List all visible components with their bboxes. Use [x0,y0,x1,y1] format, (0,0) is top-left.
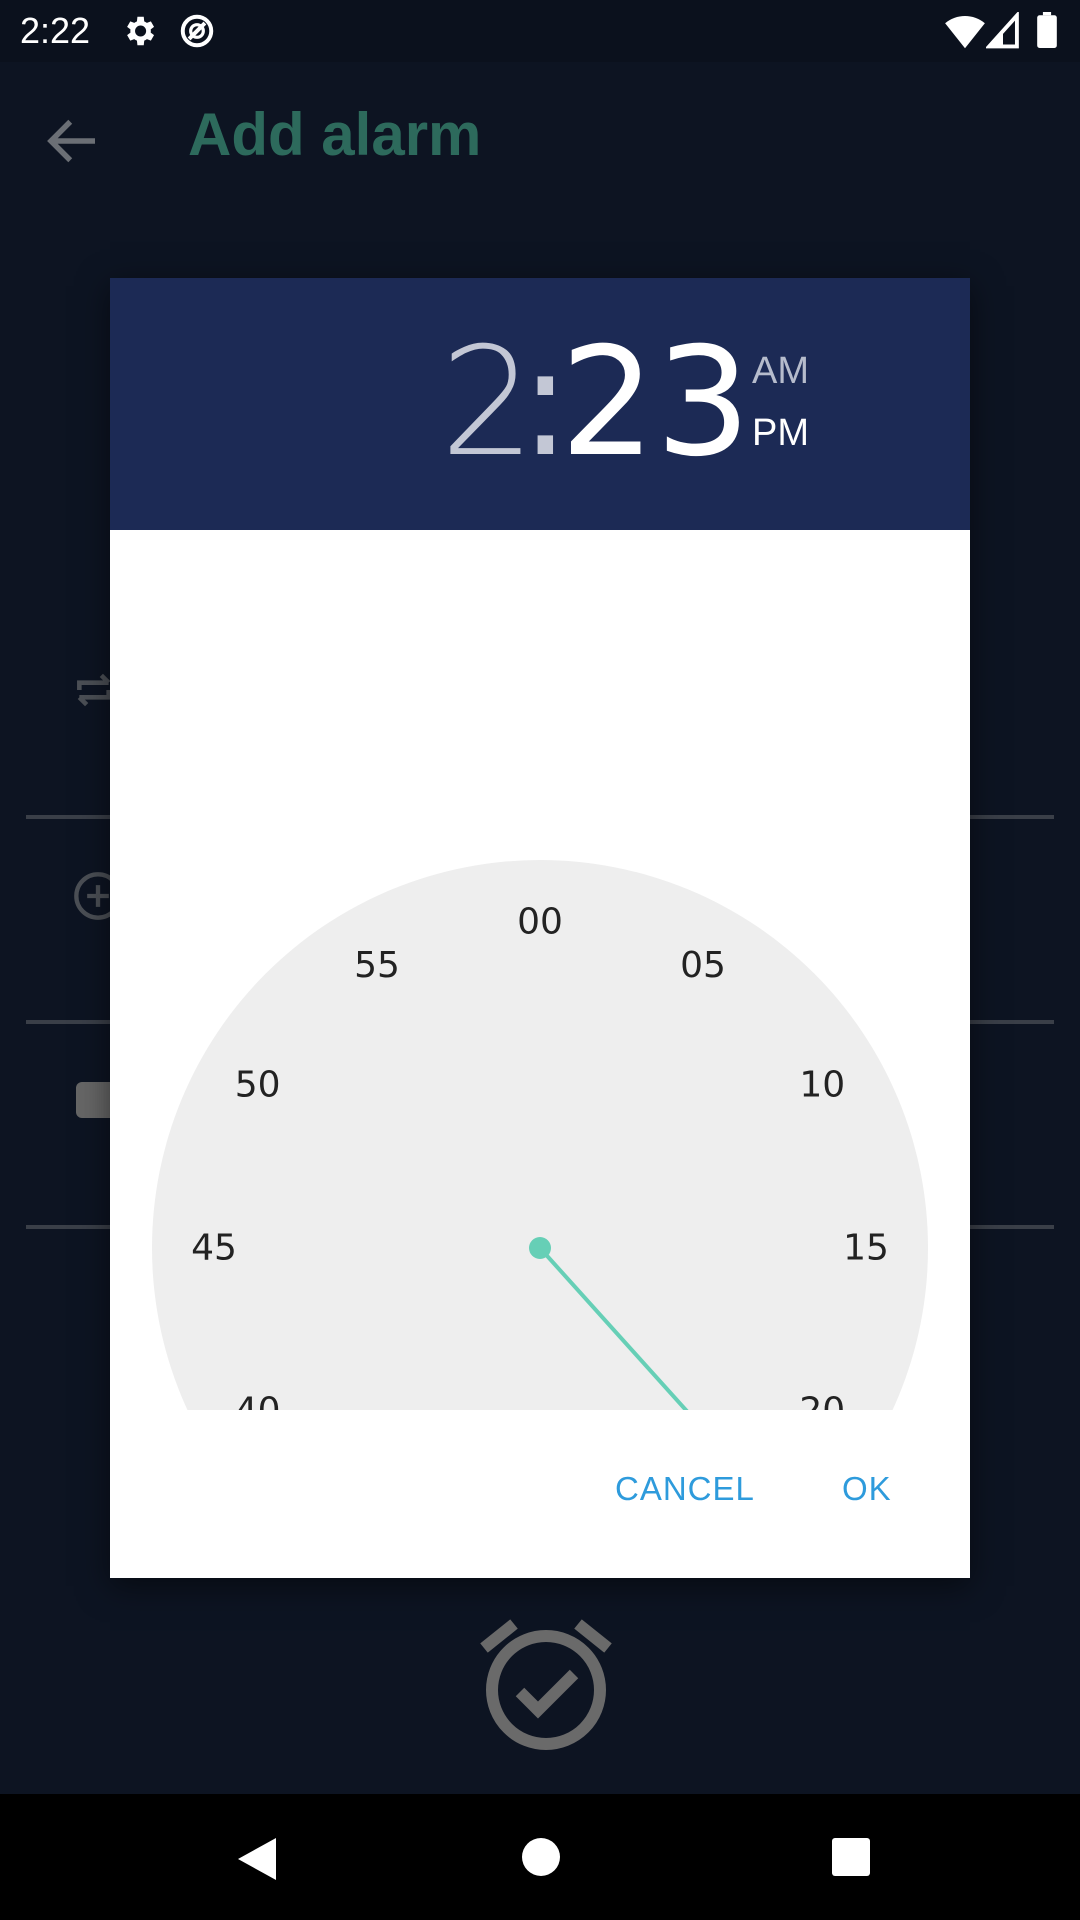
clock-dial[interactable] [152,860,928,1410]
time-picker-dialog: 2 : 23 AM PM 000510152025303540455055 CA… [110,278,970,1578]
clock-label[interactable]: 20 [799,1391,845,1411]
clock-label[interactable]: 40 [235,1391,281,1411]
clock-label[interactable]: 55 [354,945,400,986]
arrow-back-icon[interactable] [40,108,106,174]
battery-icon [1037,12,1057,48]
ok-button[interactable]: OK [842,1470,892,1508]
clock-label[interactable]: 00 [517,902,563,943]
clock-label[interactable]: 10 [799,1065,845,1106]
wifi-icon [945,16,985,49]
clock-label[interactable]: 50 [235,1065,281,1106]
signal-icon [986,12,1019,49]
clock-face[interactable]: 000510152025303540455055 [110,530,970,1410]
navigation-bar [0,1794,1080,1920]
data-saver-icon [180,14,214,48]
alarm-check-icon [480,1619,612,1750]
clock-label[interactable]: 05 [680,945,726,986]
page-title: Add alarm [188,101,482,168]
pm-toggle[interactable]: PM [752,412,809,455]
settings-icon [127,16,155,46]
back-triangle-icon[interactable] [236,1836,278,1882]
app-bar: Add alarm [0,62,1080,216]
clock-label[interactable]: 15 [843,1228,889,1269]
recents-square-icon[interactable] [830,1836,872,1878]
status-time: 2:22 [20,10,91,51]
clock-label[interactable]: 45 [191,1228,237,1269]
home-circle-icon[interactable] [520,1836,562,1878]
time-picker-header: 2 : 23 AM PM [110,278,970,530]
am-toggle[interactable]: AM [752,350,809,393]
status-bar: 2:22 [0,0,1080,62]
minute-display[interactable]: 23 [560,328,751,478]
cancel-button[interactable]: CANCEL [615,1470,755,1508]
clock-center-dot [529,1237,551,1259]
